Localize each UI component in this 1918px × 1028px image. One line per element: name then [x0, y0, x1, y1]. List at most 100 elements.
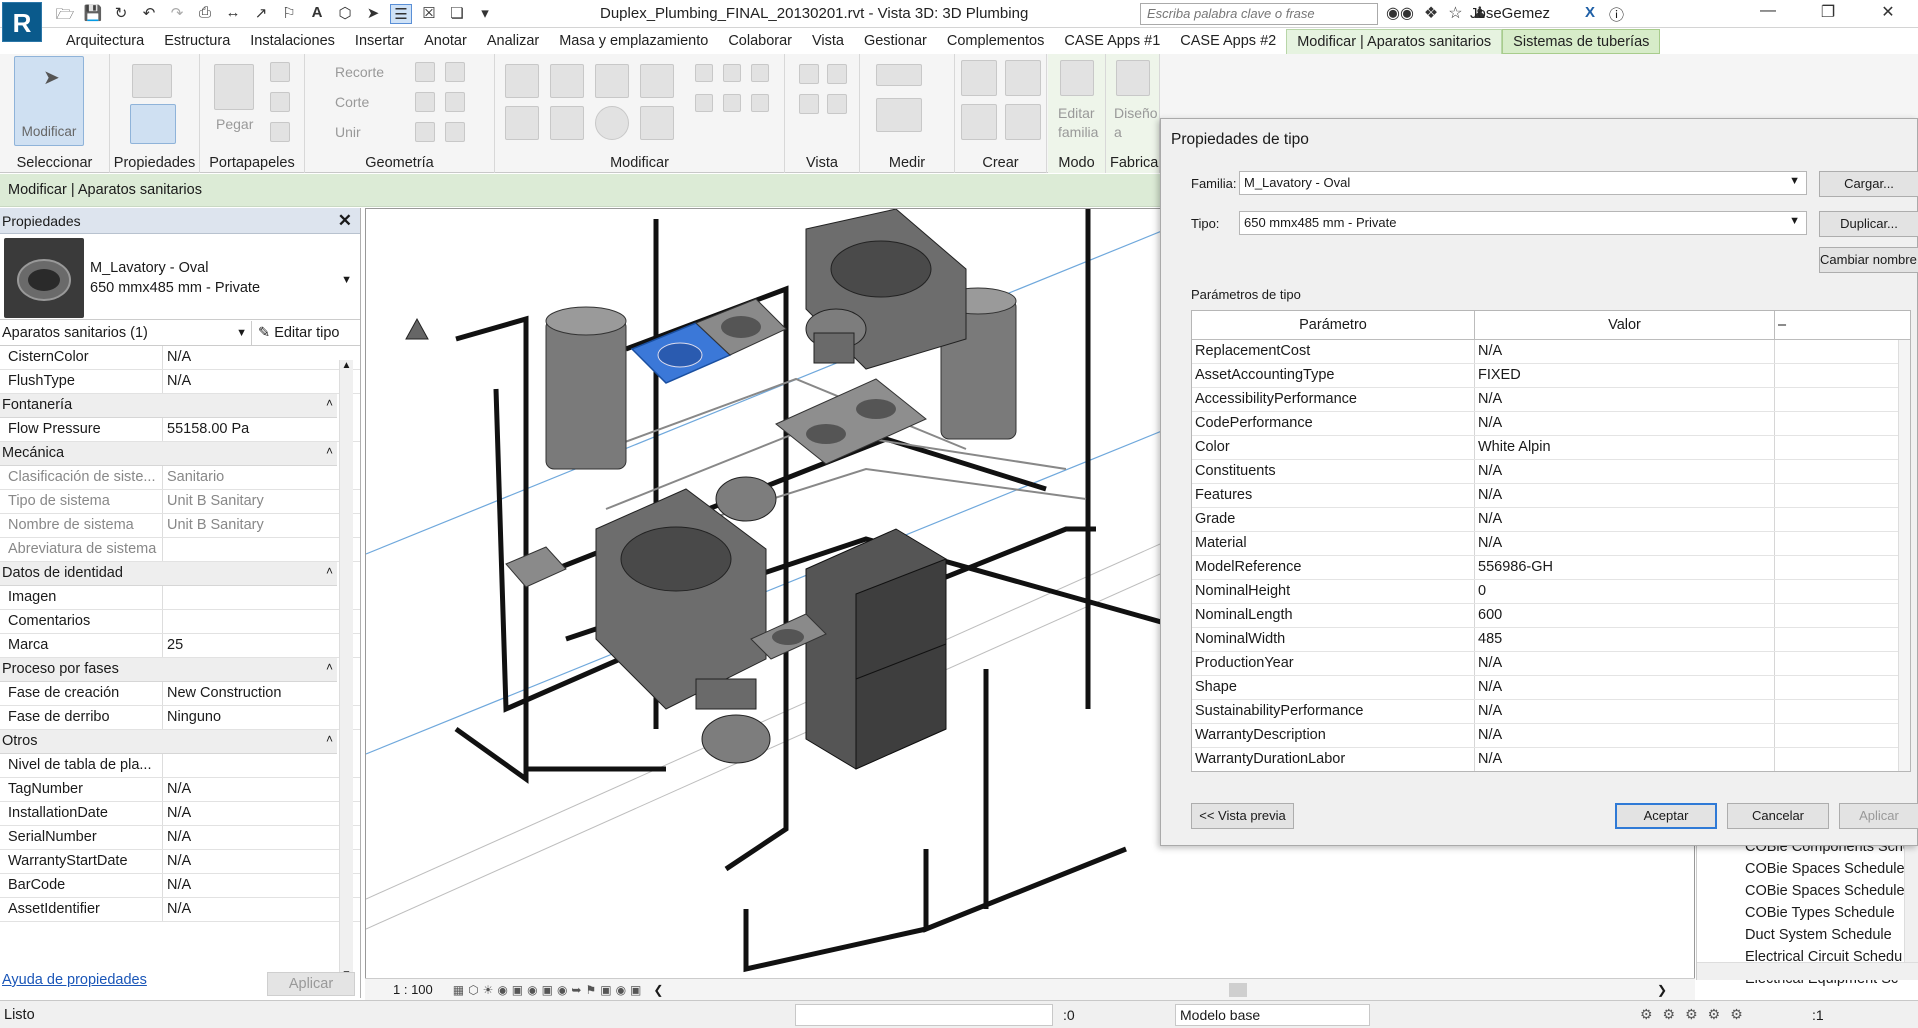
bathtub-main[interactable]: [595, 488, 767, 710]
property-value[interactable]: N/A: [163, 802, 326, 825]
param-value[interactable]: N/A: [1475, 676, 1775, 699]
browser-item[interactable]: COBie Spaces Schedule: [1697, 858, 1918, 880]
offset-icon[interactable]: [550, 64, 584, 98]
status-tool-icons[interactable]: ⚙⚙⚙⚙⚙: [1640, 1006, 1753, 1023]
param-row[interactable]: NominalHeight 0: [1192, 580, 1910, 604]
save-icon[interactable]: 💾: [82, 4, 104, 24]
measure-tool-icon[interactable]: [876, 64, 922, 86]
param-row[interactable]: AssetAccountingType FIXED: [1192, 364, 1910, 388]
create-assembly-icon[interactable]: [1005, 60, 1041, 96]
create-group-icon[interactable]: [961, 60, 997, 96]
param-value[interactable]: 556986-GH: [1475, 556, 1775, 579]
scale-icon[interactable]: [751, 64, 769, 82]
unpin-icon[interactable]: [723, 94, 741, 112]
workset-box[interactable]: [795, 1004, 1053, 1026]
text-icon[interactable]: A: [306, 4, 328, 24]
array-icon[interactable]: [723, 64, 741, 82]
property-value[interactable]: N/A: [163, 346, 326, 369]
undo-icon[interactable]: ↶: [138, 4, 160, 24]
search-input[interactable]: Escriba palabra clave o frase: [1140, 3, 1378, 25]
collapse-icon[interactable]: ˄: [326, 444, 333, 458]
redo-icon[interactable]: ↷: [166, 4, 188, 24]
dialog-apply-button[interactable]: Aplicar: [1839, 803, 1918, 829]
geom-icon-1[interactable]: [415, 62, 435, 82]
type-select[interactable]: 650 mmx485 mm - Private ▼: [1239, 211, 1807, 235]
create-similar-icon[interactable]: [1005, 104, 1041, 140]
properties-icon[interactable]: [130, 104, 176, 144]
param-row[interactable]: Color White Alpin: [1192, 436, 1910, 460]
paint-icon[interactable]: [827, 94, 847, 114]
geom-icon-3[interactable]: [415, 92, 435, 112]
collapse-icon[interactable]: ˄: [326, 732, 333, 746]
paste-icon[interactable]: [214, 64, 254, 110]
param-row[interactable]: NominalWidth 485: [1192, 628, 1910, 652]
cancel-button[interactable]: Cancelar: [1727, 803, 1829, 829]
params-scrollbar[interactable]: [1898, 340, 1910, 771]
param-value[interactable]: N/A: [1475, 412, 1775, 435]
scroll-thumb[interactable]: [1229, 982, 1248, 997]
browser-item[interactable]: COBie Types Schedule: [1697, 902, 1918, 924]
section-icon[interactable]: ➤: [362, 4, 384, 24]
small-sink[interactable]: [505, 546, 567, 588]
exchange-apps-icon[interactable]: X: [1585, 4, 1595, 25]
tab-6[interactable]: Masa y emplazamiento: [549, 29, 718, 54]
customize-qat-icon[interactable]: ▾: [474, 4, 496, 24]
param-value[interactable]: N/A: [1475, 700, 1775, 723]
properties-apply-button[interactable]: Aplicar: [267, 972, 355, 996]
tab-3[interactable]: Insertar: [345, 29, 414, 54]
family-select[interactable]: M_Lavatory - Oval ▼: [1239, 171, 1807, 195]
switch-windows-icon[interactable]: ❏: [446, 4, 468, 24]
param-value[interactable]: N/A: [1475, 484, 1775, 507]
browser-item[interactable]: COBie Spaces Schedule: [1697, 880, 1918, 902]
load-button[interactable]: Cargar...: [1819, 171, 1918, 197]
param-row[interactable]: CodePerformance N/A: [1192, 412, 1910, 436]
dimension-icon[interactable]: ↗: [250, 4, 272, 24]
param-value[interactable]: N/A: [1475, 532, 1775, 555]
copy-icon[interactable]: [270, 92, 290, 112]
property-value[interactable]: New Construction: [163, 682, 326, 705]
group-label-select[interactable]: Seleccionar: [0, 155, 109, 171]
property-value[interactable]: N/A: [163, 898, 326, 921]
property-value[interactable]: 55158.00 Pa: [163, 418, 326, 441]
property-value[interactable]: N/A: [163, 874, 326, 897]
geom-icon-2[interactable]: [445, 62, 465, 82]
browser-hscrollbar[interactable]: [1697, 962, 1918, 980]
property-value[interactable]: 25: [163, 634, 326, 657]
tab-12[interactable]: CASE Apps #2: [1170, 29, 1286, 54]
geom-icon-5[interactable]: [415, 122, 435, 142]
join-button[interactable]: Unir: [335, 124, 361, 140]
horizontal-scrollbar[interactable]: [669, 982, 1656, 997]
communication-icon[interactable]: ❖: [1424, 3, 1438, 23]
view-control-icons[interactable]: ▦⬡☀◉▣◉▣◉➥⚑▣◉▣: [453, 983, 646, 997]
restore-icon[interactable]: ❐: [1798, 2, 1858, 22]
param-row[interactable]: Grade N/A: [1192, 508, 1910, 532]
favorites-star-icon[interactable]: ☆: [1448, 3, 1462, 23]
param-value[interactable]: N/A: [1475, 508, 1775, 531]
pin-icon[interactable]: [695, 94, 713, 112]
edit-family-icon[interactable]: [1060, 60, 1094, 96]
cut-button[interactable]: Corte: [335, 94, 369, 110]
property-value[interactable]: N/A: [163, 778, 326, 801]
collapse-icon[interactable]: ˄: [326, 660, 333, 674]
tab-0[interactable]: Arquitectura: [56, 29, 154, 54]
print-icon[interactable]: ⎙: [194, 4, 216, 24]
thin-lines-icon[interactable]: ☰: [390, 4, 412, 24]
bulb-icon[interactable]: [799, 64, 819, 84]
match-icon[interactable]: [270, 122, 290, 142]
binoculars-icon[interactable]: ◉◉: [1386, 3, 1414, 23]
category-plumbing[interactable]: Fontanería ˄: [0, 394, 337, 418]
3d-view-icon[interactable]: ⬡: [334, 4, 356, 24]
mirror-axis-icon[interactable]: [595, 64, 629, 98]
scroll-up-icon[interactable]: ▲: [340, 360, 353, 371]
tab-9[interactable]: Gestionar: [854, 29, 937, 54]
toilet-bottom[interactable]: [695, 678, 771, 764]
preview-button[interactable]: << Vista previa: [1191, 803, 1294, 829]
category-other[interactable]: Otros ˄: [0, 730, 337, 754]
property-value[interactable]: N/A: [163, 826, 326, 849]
param-row[interactable]: ReplacementCost N/A: [1192, 340, 1910, 364]
type-selector[interactable]: M_Lavatory - Oval 650 mmx485 mm - Privat…: [0, 234, 360, 320]
split-icon[interactable]: [695, 64, 713, 82]
tab-2[interactable]: Instalaciones: [240, 29, 345, 54]
accept-button[interactable]: Aceptar: [1615, 803, 1717, 829]
property-value[interactable]: Sanitario: [163, 466, 326, 489]
